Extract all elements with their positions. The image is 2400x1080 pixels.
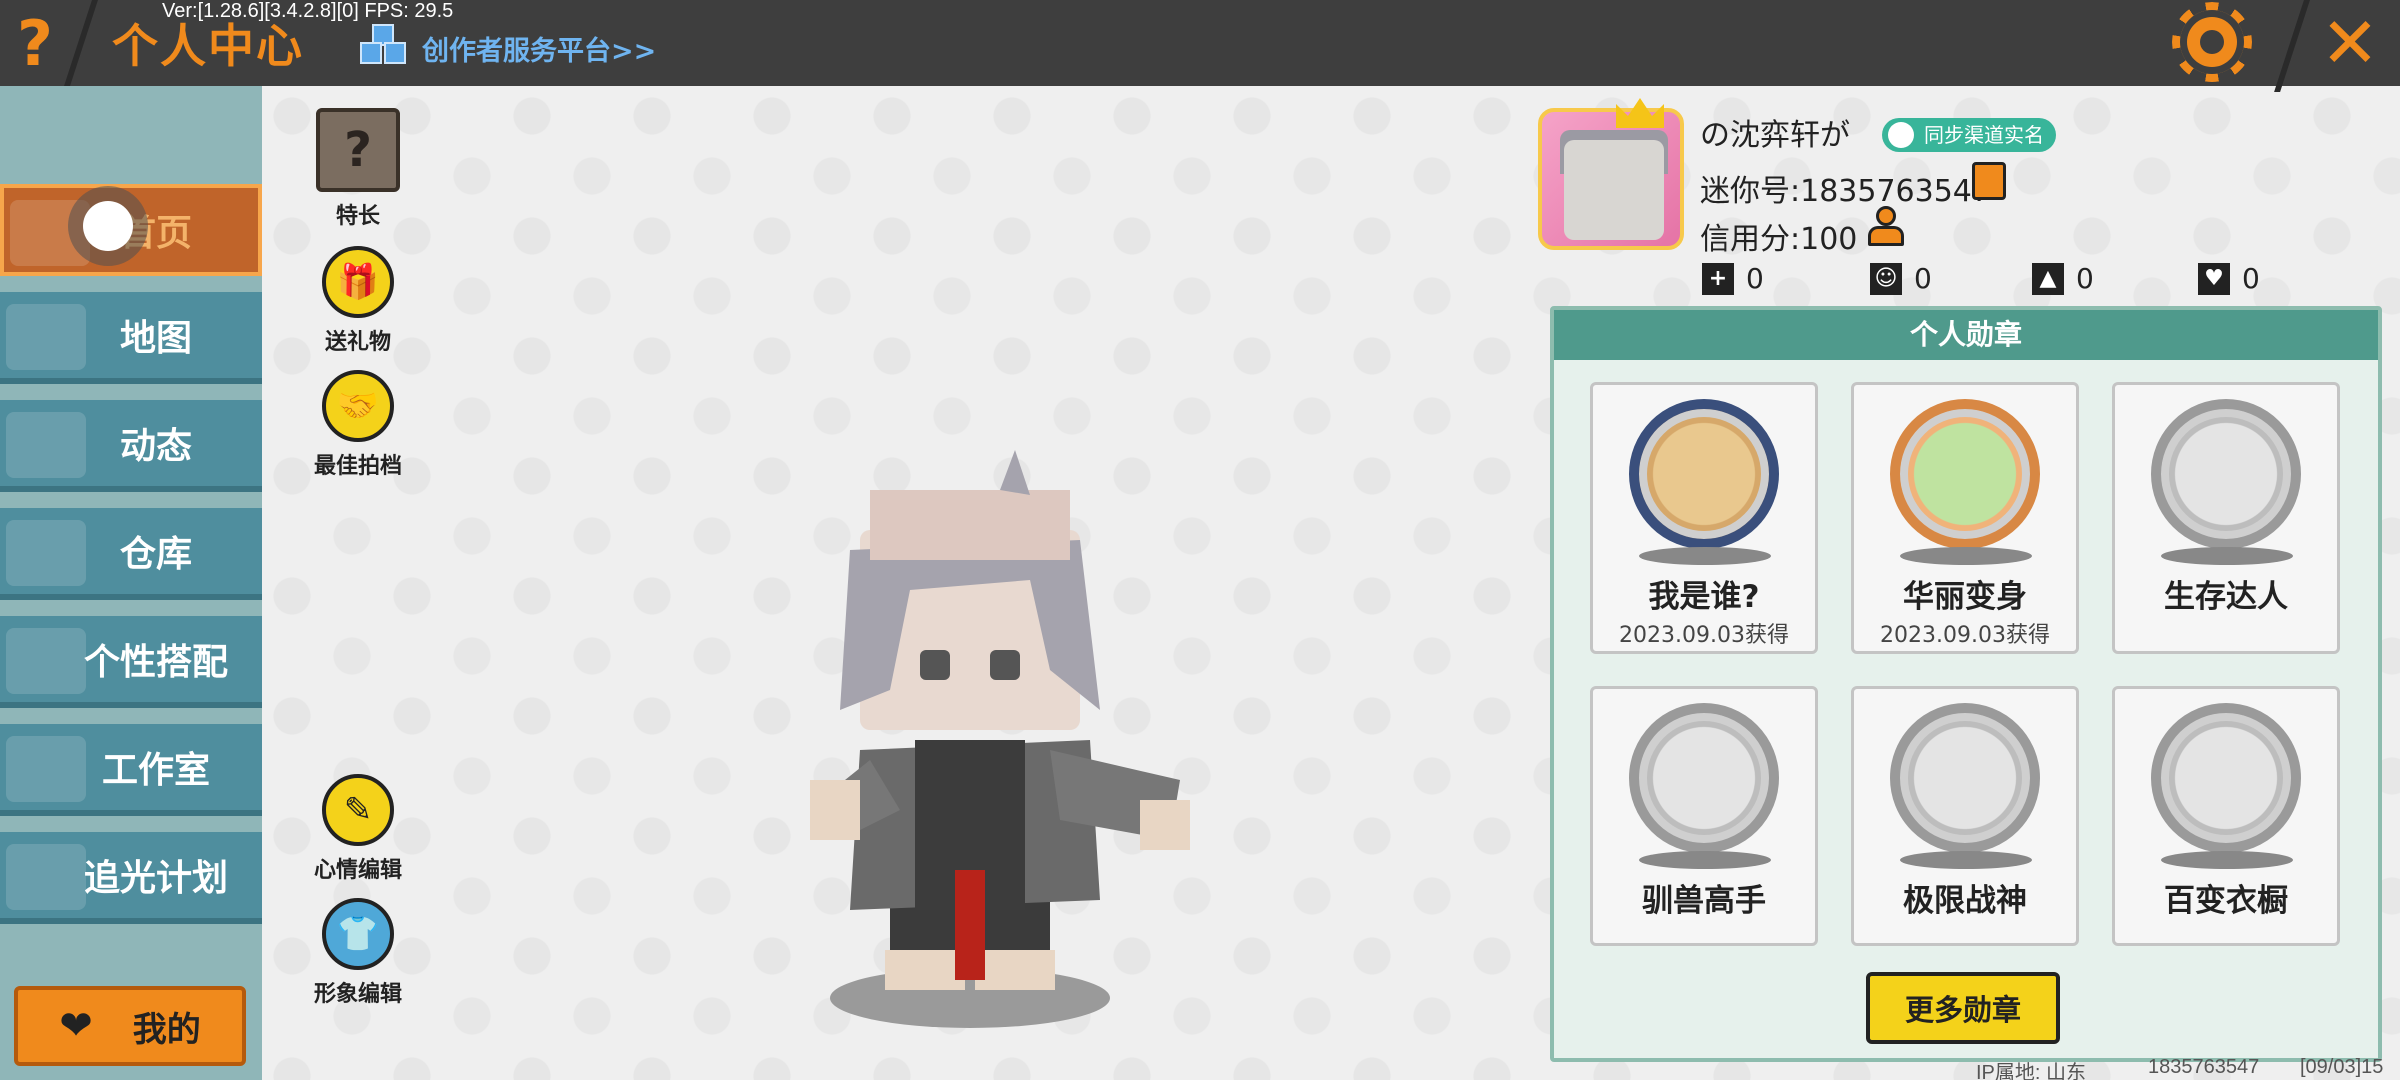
- stat-value: 0: [1746, 262, 1764, 295]
- sidebar-item-studio[interactable]: 工作室: [0, 724, 262, 816]
- mood-edit-label: 心情编辑: [313, 858, 402, 883]
- sync-realname-badge[interactable]: 同步渠道实名: [1882, 118, 2056, 152]
- handshake-icon: 🤝: [322, 370, 394, 442]
- medal-panel: 个人勋章 我是谁? 2023.09.03获得 华丽变身 2023.09.03获得…: [1550, 306, 2382, 1062]
- gift-icon: 🎁: [322, 246, 394, 318]
- medal-name: 极限战神: [1903, 883, 2027, 919]
- close-button[interactable]: ✕: [2300, 0, 2400, 86]
- top-bar: ? 个人中心 Ver:[1.28.6][3.4.2.8][0] FPS: 29.…: [0, 0, 2400, 92]
- stat-likes[interactable]: ♥ 0: [2198, 262, 2260, 295]
- stat-popularity[interactable]: ▲ 0: [2032, 262, 2094, 295]
- best-partner-label: 最佳拍档: [313, 454, 402, 479]
- wardrobe-medal-icon: [2151, 703, 2301, 853]
- sidebar-item-feed[interactable]: 动态: [0, 400, 262, 492]
- question-block-icon: ?: [316, 108, 400, 192]
- medal-name: 驯兽高手: [1642, 883, 1766, 919]
- medal-card[interactable]: 我是谁? 2023.09.03获得: [1590, 382, 1818, 654]
- fans-icon: ☺: [1870, 262, 1902, 295]
- creator-platform-label: 创作者服务平台>>: [422, 35, 657, 67]
- credit-score: 信用分:100: [1700, 222, 1858, 257]
- medal-card[interactable]: 生存达人: [2112, 382, 2340, 654]
- touch-indicator: [68, 186, 148, 266]
- settings-gear-icon[interactable]: [2180, 10, 2244, 74]
- sidebar-item-label: 地图: [119, 318, 192, 359]
- medal-card[interactable]: 极限战神: [1851, 686, 2079, 946]
- ip-location: IP属地: 山东: [1976, 1062, 2087, 1080]
- medal-date: 2023.09.03获得: [1619, 623, 1789, 648]
- mood-edit-button[interactable]: ✎ 心情编辑: [298, 774, 418, 884]
- mine-label: 我的: [132, 1009, 201, 1050]
- medal-card[interactable]: 华丽变身 2023.09.03获得: [1851, 382, 2079, 654]
- sidebar-item-warehouse[interactable]: 仓库: [0, 508, 262, 600]
- sidebar-item-label: 动态: [119, 426, 192, 467]
- flame-icon: ▲: [2032, 262, 2064, 295]
- heart-icon: ❤: [59, 1003, 93, 1049]
- sidebar-item-label: 个性搭配: [83, 642, 228, 683]
- letter-medal-icon: [1629, 399, 1779, 549]
- sidebar-item-outfit[interactable]: 个性搭配: [0, 616, 262, 708]
- stat-value: 0: [2076, 262, 2094, 295]
- sidebar-item-map[interactable]: 地图: [0, 292, 262, 384]
- footer-uid: 1835763547: [2148, 1056, 2260, 1078]
- avatar-edit-button[interactable]: 👕 形象编辑: [298, 898, 418, 1008]
- version-info: Ver:[1.28.6][3.4.2.8][0] FPS: 29.5: [162, 0, 454, 22]
- boss-medal-icon: [1890, 703, 2040, 853]
- dragon-medal-icon: [1890, 399, 2040, 549]
- medal-name: 百变衣橱: [2164, 883, 2288, 919]
- sidebar-item-chase-light[interactable]: 追光计划: [0, 832, 262, 924]
- sidebar-item-label: 工作室: [101, 750, 210, 791]
- username: の沈弈轩が: [1700, 118, 1850, 153]
- send-gift-button[interactable]: 🎁 送礼物: [298, 246, 418, 356]
- medal-name: 生存达人: [2164, 579, 2288, 615]
- flame-medal-icon: [2151, 399, 2301, 549]
- specialty-label: 特长: [335, 204, 380, 229]
- stat-posts[interactable]: +0: [1702, 262, 1764, 295]
- beast-tamer-medal-icon: [1629, 703, 1779, 853]
- stat-followers[interactable]: ☺ 0: [1870, 262, 1932, 295]
- credit-user-icon[interactable]: [1866, 206, 1906, 248]
- avatar[interactable]: [1538, 108, 1684, 250]
- more-medals-button[interactable]: 更多勋章: [1866, 972, 2060, 1044]
- best-partner-button[interactable]: 🤝 最佳拍档: [298, 370, 418, 480]
- question-icon: ?: [17, 6, 53, 80]
- sidebar-item-label: 追光计划: [83, 858, 228, 899]
- sidebar-item-label: 仓库: [119, 534, 192, 575]
- clothes-icon: 👕: [322, 898, 394, 970]
- stat-value: 0: [2242, 262, 2260, 295]
- medal-panel-title: 个人勋章: [1554, 310, 2378, 360]
- stat-value: 0: [1914, 262, 1932, 295]
- close-icon: ✕: [2320, 2, 2380, 84]
- send-gift-label: 送礼物: [324, 330, 391, 355]
- hearts-icon: ♥: [2198, 262, 2230, 295]
- medal-name: 我是谁?: [1648, 579, 1760, 615]
- help-button[interactable]: ?: [0, 0, 70, 86]
- medal-name: 华丽变身: [1903, 579, 2027, 615]
- copy-icon[interactable]: [1972, 162, 2006, 200]
- medal-card[interactable]: 百变衣橱: [2112, 686, 2340, 946]
- mini-id: 迷你号:1835763547: [1700, 174, 1991, 209]
- medal-date: 2023.09.03获得: [1880, 623, 2050, 648]
- avatar-edit-label: 形象编辑: [313, 982, 402, 1007]
- footer-date: [09/03]15: [2300, 1056, 2384, 1078]
- add-post-icon: +: [1702, 262, 1734, 295]
- edit-icon: ✎: [322, 774, 394, 846]
- medal-card[interactable]: 驯兽高手: [1590, 686, 1818, 946]
- specialty-button[interactable]: ? 特长: [298, 108, 418, 230]
- cube-icon: [360, 24, 408, 72]
- player-character[interactable]: [800, 450, 1200, 1050]
- creator-platform-link[interactable]: 创作者服务平台>>: [360, 24, 656, 72]
- mine-button[interactable]: ❤ 我的: [14, 986, 246, 1066]
